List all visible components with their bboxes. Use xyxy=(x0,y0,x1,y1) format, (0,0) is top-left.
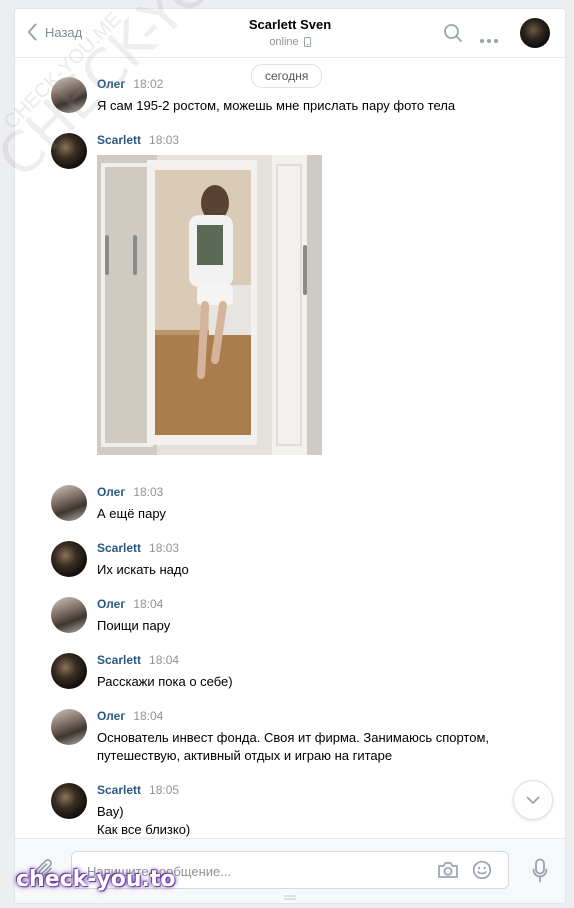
avatar[interactable] xyxy=(51,485,87,521)
message-author[interactable]: Scarlett xyxy=(97,783,141,797)
more-icon[interactable] xyxy=(479,31,499,49)
message-line: Вау) xyxy=(97,804,124,819)
message-text: Их искать надо xyxy=(97,562,189,577)
message-time[interactable]: 18:03 xyxy=(133,485,163,499)
avatar[interactable] xyxy=(51,709,87,745)
message-author[interactable]: Scarlett xyxy=(97,541,141,555)
message-time[interactable]: 18:03 xyxy=(149,541,179,555)
message-text: Основатель инвест фонда. Своя ит фирма. … xyxy=(97,730,490,763)
message-composer xyxy=(15,838,565,903)
microphone-icon[interactable] xyxy=(532,858,548,889)
camera-icon[interactable] xyxy=(437,860,459,885)
message-time[interactable]: 18:05 xyxy=(149,783,179,797)
message-author[interactable]: Олег xyxy=(97,709,125,723)
message-author[interactable]: Олег xyxy=(97,485,125,499)
search-icon[interactable] xyxy=(443,23,463,48)
avatar[interactable] xyxy=(51,653,87,689)
chevron-left-icon xyxy=(27,23,37,41)
message-time[interactable]: 18:03 xyxy=(149,133,179,147)
mobile-icon xyxy=(303,37,311,47)
back-label: Назад xyxy=(45,24,83,40)
message-text: Вау) Как все близко) xyxy=(97,803,537,838)
header-avatar[interactable] xyxy=(520,18,550,48)
avatar[interactable] xyxy=(51,783,87,819)
photo-image xyxy=(97,155,322,455)
chevron-down-icon xyxy=(526,796,540,804)
avatar[interactable] xyxy=(51,597,87,633)
message-time[interactable]: 18:04 xyxy=(133,597,163,611)
emoji-icon[interactable] xyxy=(472,860,492,885)
message-input[interactable] xyxy=(85,852,419,890)
avatar[interactable] xyxy=(51,541,87,577)
resize-grip-icon[interactable] xyxy=(282,895,298,900)
chat-window: Назад Scarlett Sven online сегодня Олег … xyxy=(14,8,566,904)
message-text: А ещё пару xyxy=(97,506,166,521)
message-history[interactable]: сегодня Олег 18:02 Я сам 195-2 ростом, мо… xyxy=(15,58,565,838)
scroll-down-button[interactable] xyxy=(513,780,553,820)
photo-attachment[interactable] xyxy=(97,155,322,455)
status-text: online xyxy=(269,36,299,48)
message-text: Расскажи пока о себе) xyxy=(97,674,233,689)
chat-title-block[interactable]: Scarlett Sven online xyxy=(190,17,390,48)
message-author[interactable]: Олег xyxy=(97,77,125,91)
message-text: Поищи пару xyxy=(97,618,171,633)
back-button[interactable]: Назад xyxy=(27,23,82,41)
message-time[interactable]: 18:04 xyxy=(149,653,179,667)
message-time[interactable]: 18:02 xyxy=(133,77,163,91)
message-text: Я сам 195-2 ростом, можешь мне прислать … xyxy=(97,98,456,113)
chat-header: Назад Scarlett Sven online xyxy=(15,9,565,58)
message-author[interactable]: Scarlett xyxy=(97,133,141,147)
message-author[interactable]: Олег xyxy=(97,597,125,611)
avatar[interactable] xyxy=(51,77,87,113)
online-status: online xyxy=(190,36,390,48)
message-author[interactable]: Scarlett xyxy=(97,653,141,667)
avatar[interactable] xyxy=(51,133,87,169)
attach-icon[interactable] xyxy=(34,858,56,887)
chat-title: Scarlett Sven xyxy=(248,17,332,32)
message-input-box xyxy=(71,851,509,890)
message-time[interactable]: 18:04 xyxy=(133,709,163,723)
message-line: Как все близко) xyxy=(97,822,191,837)
